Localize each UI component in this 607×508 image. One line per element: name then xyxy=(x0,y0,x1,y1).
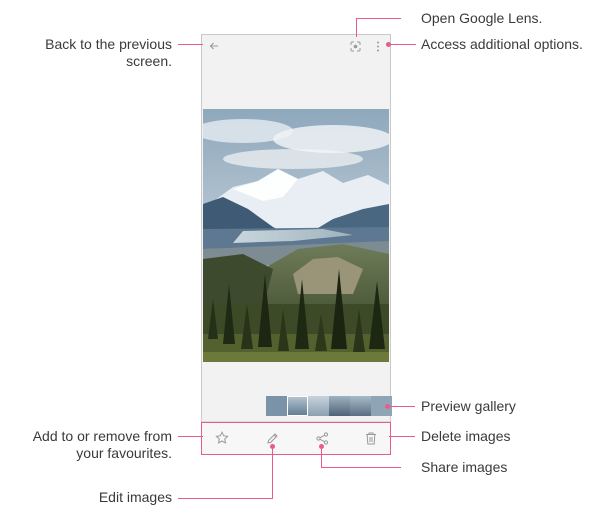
callout-line-edit xyxy=(178,498,273,499)
mountain-landscape-photo xyxy=(203,109,389,362)
bottom-action-bar xyxy=(202,421,390,454)
callout-line-lens xyxy=(356,18,357,37)
callout-line-preview xyxy=(389,406,415,407)
callout-line-delete xyxy=(389,436,415,437)
annotation-delete: Delete images xyxy=(421,428,511,444)
callout-line-edit xyxy=(272,446,273,498)
callout-line-favourites xyxy=(178,436,203,437)
callout-line-share xyxy=(321,446,322,467)
annotation-back: Back to the previous screen. xyxy=(45,36,172,69)
annotation-edit: Edit images xyxy=(98,489,172,505)
gallery-thumbnail[interactable] xyxy=(266,396,287,416)
trash-icon[interactable] xyxy=(363,430,379,446)
more-vertical-icon[interactable] xyxy=(373,39,383,53)
annotation-share: Share images xyxy=(421,459,508,475)
gallery-thumbnail[interactable] xyxy=(329,396,350,416)
gallery-thumbnail[interactable] xyxy=(350,396,371,416)
back-arrow-icon[interactable] xyxy=(207,39,221,53)
callout-dot-share xyxy=(319,444,324,449)
gallery-thumbnail[interactable] xyxy=(308,396,329,416)
preview-gallery-strip[interactable] xyxy=(266,396,392,416)
annotation-favourites: Add to or remove from your favourites. xyxy=(32,428,172,461)
callout-line-share xyxy=(321,467,401,468)
callout-dot-preview xyxy=(385,404,390,409)
annotation-google-lens: Open Google Lens. xyxy=(421,10,543,26)
callout-dot-options xyxy=(386,42,391,47)
gallery-thumbnail[interactable] xyxy=(287,396,308,416)
annotation-options: Access additional options. xyxy=(421,36,583,52)
callout-line-back xyxy=(178,44,203,45)
star-icon[interactable] xyxy=(214,430,230,446)
callout-dot-edit xyxy=(270,444,275,449)
google-lens-icon[interactable] xyxy=(348,39,362,53)
top-app-bar xyxy=(202,35,390,57)
gallery-viewer-screen xyxy=(201,34,392,455)
callout-line-options xyxy=(390,44,416,45)
callout-line-lens xyxy=(356,18,401,19)
annotation-preview-gallery: Preview gallery xyxy=(421,398,516,414)
